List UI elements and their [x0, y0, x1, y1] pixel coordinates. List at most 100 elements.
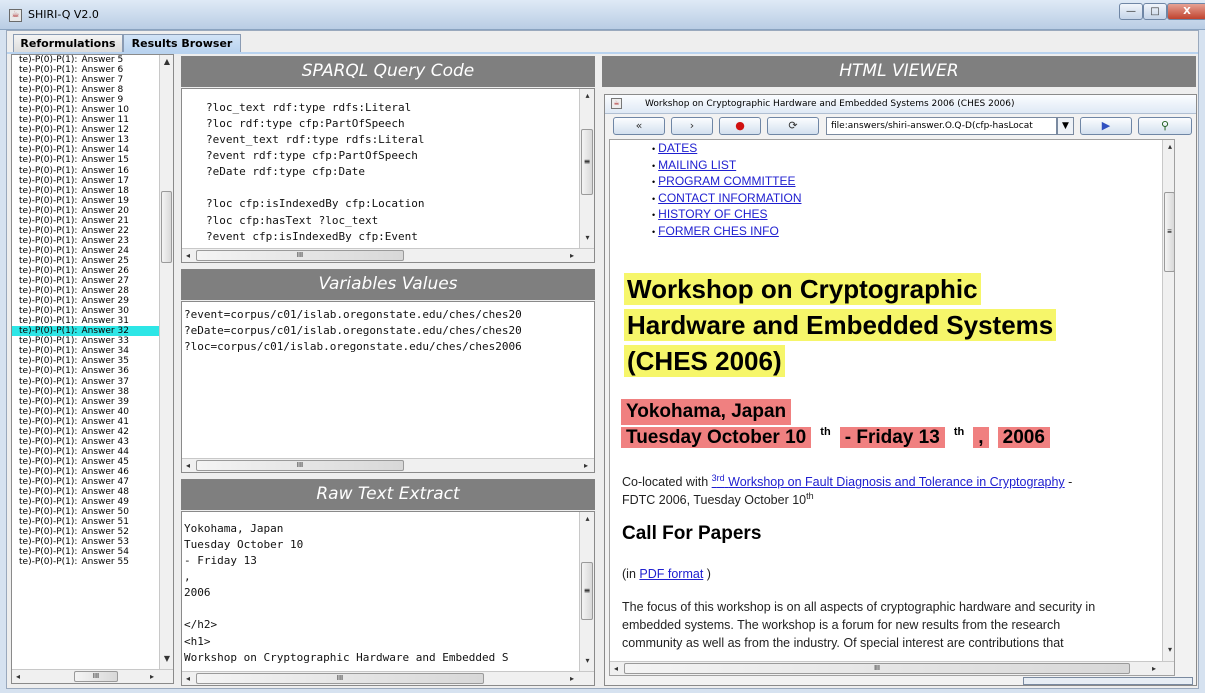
tab-results-browser[interactable]: Results Browser — [123, 34, 241, 52]
sparql-vscrollbar[interactable]: ▴ ≡ ▾ — [579, 89, 594, 248]
page-hscrollbar[interactable]: ◂ III ▸ — [610, 661, 1174, 675]
nav-link[interactable]: HISTORY OF CHES — [652, 207, 767, 221]
minimize-button[interactable]: — — [1119, 3, 1143, 20]
answer-list-item[interactable]: te)-P(0)-P(1): Answer 9 — [12, 95, 159, 105]
scroll-thumb[interactable]: III — [624, 663, 1130, 674]
answer-list-item[interactable]: te)-P(0)-P(1): Answer 13 — [12, 135, 159, 145]
scroll-down-arrow-icon[interactable]: ▼ — [160, 652, 173, 666]
answer-list-item[interactable]: te)-P(0)-P(1): Answer 14 — [12, 145, 159, 155]
answer-list-item[interactable]: te)-P(0)-P(1): Answer 44 — [12, 447, 159, 457]
answer-list-item[interactable]: te)-P(0)-P(1): Answer 34 — [12, 346, 159, 356]
answer-list-item[interactable]: te)-P(0)-P(1): Answer 42 — [12, 427, 159, 437]
answer-list-item[interactable]: te)-P(0)-P(1): Answer 29 — [12, 296, 159, 306]
answer-list-item[interactable]: te)-P(0)-P(1): Answer 22 — [12, 226, 159, 236]
close-button[interactable]: X — [1167, 3, 1205, 20]
answer-list-item[interactable]: te)-P(0)-P(1): Answer 50 — [12, 507, 159, 517]
go-button[interactable]: ▶ — [1080, 117, 1132, 135]
scroll-right-arrow-icon[interactable]: ▸ — [146, 670, 158, 683]
scroll-left-arrow-icon[interactable]: ◂ — [12, 670, 24, 683]
answer-list-item[interactable]: te)-P(0)-P(1): Answer 5 — [12, 55, 159, 65]
answer-list-item[interactable]: te)-P(0)-P(1): Answer 21 — [12, 216, 159, 226]
answer-list-item[interactable]: te)-P(0)-P(1): Answer 46 — [12, 467, 159, 477]
answer-list-item[interactable]: te)-P(0)-P(1): Answer 12 — [12, 125, 159, 135]
scroll-thumb[interactable]: III — [196, 250, 404, 261]
answer-list-item[interactable]: te)-P(0)-P(1): Answer 37 — [12, 377, 159, 387]
scroll-down-arrow-icon[interactable]: ▾ — [580, 231, 594, 245]
answer-list-hscrollbar[interactable]: ◂ III ▸ — [12, 669, 173, 683]
nav-link[interactable]: DATES — [652, 141, 697, 155]
pdf-link[interactable]: PDF format — [639, 567, 703, 581]
answer-list-item[interactable]: te)-P(0)-P(1): Answer 52 — [12, 527, 159, 537]
answer-list-item[interactable]: te)-P(0)-P(1): Answer 16 — [12, 166, 159, 176]
answer-list-item[interactable]: te)-P(0)-P(1): Answer 7 — [12, 75, 159, 85]
answer-list-item[interactable]: te)-P(0)-P(1): Answer 15 — [12, 155, 159, 165]
nav-link[interactable]: CONTACT INFORMATION — [652, 191, 801, 205]
answer-list-item[interactable]: te)-P(0)-P(1): Answer 49 — [12, 497, 159, 507]
nav-link[interactable]: PROGRAM COMMITTEE — [652, 174, 795, 188]
scroll-right-arrow-icon[interactable]: ▸ — [1148, 662, 1160, 675]
scroll-down-arrow-icon[interactable]: ▾ — [1163, 643, 1174, 657]
answer-list-item[interactable]: te)-P(0)-P(1): Answer 20 — [12, 206, 159, 216]
raw-hscrollbar[interactable]: ◂ III ▸ — [182, 671, 594, 685]
scroll-thumb[interactable]: ≡ — [1164, 192, 1174, 272]
scroll-right-arrow-icon[interactable]: ▸ — [580, 459, 592, 472]
answer-list-item[interactable]: te)-P(0)-P(1): Answer 40 — [12, 407, 159, 417]
scroll-right-arrow-icon[interactable]: ▸ — [566, 672, 578, 685]
answer-list-item[interactable]: te)-P(0)-P(1): Answer 39 — [12, 397, 159, 407]
answer-list-item[interactable]: te)-P(0)-P(1): Answer 26 — [12, 266, 159, 276]
sparql-code-text[interactable]: ?loc_text rdf:type rdfs:Literal ?loc rdf:… — [206, 100, 425, 245]
answer-list-item[interactable]: te)-P(0)-P(1): Answer 53 — [12, 537, 159, 547]
scroll-thumb[interactable]: III — [196, 460, 404, 471]
answer-list-item[interactable]: te)-P(0)-P(1): Answer 32 — [12, 326, 159, 337]
chevron-down-icon[interactable]: ▼ — [1057, 117, 1074, 135]
scroll-thumb[interactable]: III — [196, 673, 484, 684]
scroll-down-arrow-icon[interactable]: ▾ — [580, 654, 594, 668]
scroll-up-arrow-icon[interactable]: ▴ — [580, 512, 594, 526]
tab-reformulations[interactable]: Reformulations — [13, 34, 123, 52]
answer-list-item[interactable]: te)-P(0)-P(1): Answer 36 — [12, 366, 159, 376]
stop-button[interactable]: ● — [719, 117, 761, 135]
answer-list-item[interactable]: te)-P(0)-P(1): Answer 25 — [12, 256, 159, 266]
scroll-thumb[interactable]: ≡ — [581, 562, 593, 620]
sparql-hscrollbar[interactable]: ◂ III ▸ — [182, 248, 594, 262]
raw-text[interactable]: Yokohama, Japan Tuesday October 10 - Frida… — [184, 521, 509, 666]
answer-list-item[interactable]: te)-P(0)-P(1): Answer 55 — [12, 557, 159, 567]
answer-list-item[interactable]: te)-P(0)-P(1): Answer 6 — [12, 65, 159, 75]
answer-list-vscrollbar[interactable]: ▲ ▼ — [159, 55, 173, 669]
answer-list-item[interactable]: te)-P(0)-P(1): Answer 19 — [12, 196, 159, 206]
scroll-left-arrow-icon[interactable]: ◂ — [182, 672, 194, 685]
scroll-thumb[interactable]: ≡ — [581, 129, 593, 195]
scroll-up-arrow-icon[interactable]: ▲ — [160, 55, 173, 69]
answer-list-item[interactable]: te)-P(0)-P(1): Answer 28 — [12, 286, 159, 296]
reload-button[interactable]: ⟳ — [767, 117, 819, 135]
nav-link[interactable]: FORMER CHES INFO — [652, 224, 779, 238]
answer-list-item[interactable]: te)-P(0)-P(1): Answer 45 — [12, 457, 159, 467]
answer-list-item[interactable]: te)-P(0)-P(1): Answer 30 — [12, 306, 159, 316]
answer-list-item[interactable]: te)-P(0)-P(1): Answer 17 — [12, 176, 159, 186]
answer-list-item[interactable]: te)-P(0)-P(1): Answer 48 — [12, 487, 159, 497]
answer-list-item[interactable]: te)-P(0)-P(1): Answer 23 — [12, 236, 159, 246]
answer-list-item[interactable]: te)-P(0)-P(1): Answer 10 — [12, 105, 159, 115]
variables-hscrollbar[interactable]: ◂ III ▸ — [182, 458, 594, 472]
back-button[interactable]: « — [613, 117, 665, 135]
raw-vscrollbar[interactable]: ▴ ≡ ▾ — [579, 512, 594, 671]
nav-link[interactable]: MAILING LIST — [652, 158, 736, 172]
answer-list-item[interactable]: te)-P(0)-P(1): Answer 27 — [12, 276, 159, 286]
scroll-thumb[interactable]: III — [74, 671, 118, 682]
answer-list-item[interactable]: te)-P(0)-P(1): Answer 18 — [12, 186, 159, 196]
answer-list-item[interactable]: te)-P(0)-P(1): Answer 11 — [12, 115, 159, 125]
answer-list-item[interactable]: te)-P(0)-P(1): Answer 54 — [12, 547, 159, 557]
answer-list-item[interactable]: te)-P(0)-P(1): Answer 24 — [12, 246, 159, 256]
find-button[interactable]: ⚲ — [1138, 117, 1192, 135]
scroll-up-arrow-icon[interactable]: ▴ — [580, 89, 594, 103]
scroll-left-arrow-icon[interactable]: ◂ — [182, 249, 194, 262]
answer-list-item[interactable]: te)-P(0)-P(1): Answer 33 — [12, 336, 159, 346]
answer-list-item[interactable]: te)-P(0)-P(1): Answer 31 — [12, 316, 159, 326]
page-vscrollbar[interactable]: ▴ ≡ ▾ — [1162, 140, 1174, 661]
answer-list-item[interactable]: te)-P(0)-P(1): Answer 8 — [12, 85, 159, 95]
answer-list-item[interactable]: te)-P(0)-P(1): Answer 47 — [12, 477, 159, 487]
maximize-button[interactable]: □ — [1143, 3, 1167, 20]
variables-text[interactable]: ?event=corpus/c01/islab.oregonstate.edu/… — [184, 307, 522, 355]
scroll-left-arrow-icon[interactable]: ◂ — [182, 459, 194, 472]
answer-list-item[interactable]: te)-P(0)-P(1): Answer 41 — [12, 417, 159, 427]
